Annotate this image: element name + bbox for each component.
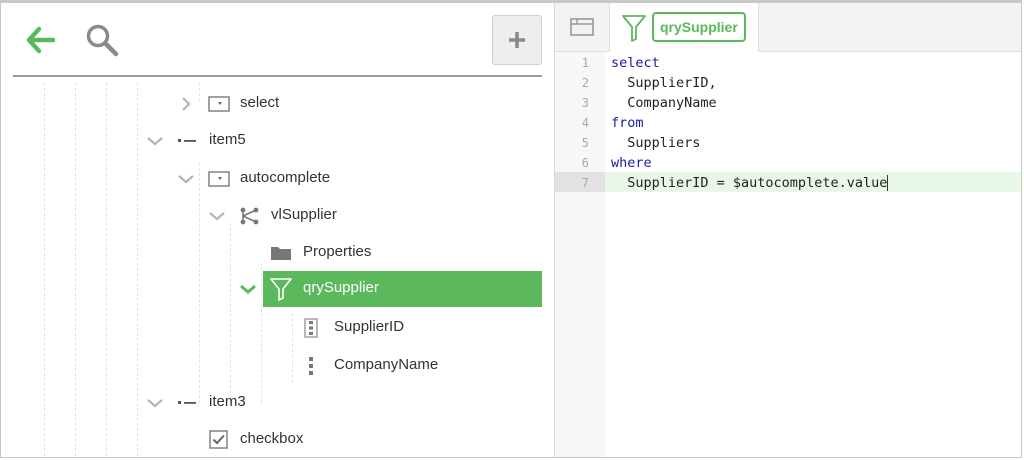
checkbox-icon <box>209 430 228 449</box>
tree-node-vlsupplier[interactable]: vlSupplier <box>1 198 554 234</box>
tree-node-label: autocomplete <box>240 169 331 186</box>
folder-icon <box>271 247 291 260</box>
tree-node-label: select <box>240 94 280 111</box>
tree-node-select[interactable]: select <box>1 86 554 122</box>
item-dash-icon <box>178 401 196 404</box>
code-line: Suppliers <box>611 135 701 151</box>
tree-node-checkbox[interactable]: checkbox <box>1 422 554 457</box>
tree-node-label: vlSupplier <box>271 206 337 223</box>
sql-editor[interactable]: select SupplierID, CompanyName from Supp… <box>605 52 1021 457</box>
app-window: select item5 autocomplete vlSupplier Pro… <box>0 0 1022 458</box>
column-icon <box>309 357 313 375</box>
line-number: 4 <box>581 116 589 130</box>
tree-node-label: qrySupplier <box>303 279 379 296</box>
code-line-active: SupplierID = $autocomplete.value <box>611 175 889 191</box>
tree-node-label: Properties <box>303 243 372 260</box>
editor-tabbar: qrySupplier <box>555 3 1021 52</box>
chevron-down-icon[interactable] <box>177 171 195 187</box>
code-line: SupplierID = $autocomplete.value <box>611 175 888 191</box>
line-number: 7 <box>581 176 589 190</box>
funnel-icon <box>270 278 292 301</box>
window-icon <box>570 18 594 36</box>
tree-node-qrysupplier[interactable]: qrySupplier <box>1 271 554 307</box>
code-line: where <box>611 155 652 171</box>
chevron-right-icon[interactable] <box>177 96 195 112</box>
text-cursor <box>887 175 889 191</box>
key-column-icon <box>304 318 318 338</box>
line-number: 3 <box>581 96 589 110</box>
chevron-down-icon[interactable] <box>208 208 226 224</box>
tree-node-item3[interactable]: item3 <box>1 385 554 421</box>
tree-node-label: CompanyName <box>334 356 439 373</box>
tree-node-label: item5 <box>209 131 246 148</box>
code-line: from <box>611 115 644 131</box>
line-number: 6 <box>581 156 589 170</box>
tree-node-label: checkbox <box>240 430 304 447</box>
tree-node-companyname[interactable]: CompanyName <box>1 348 554 384</box>
code-line: CompanyName <box>611 95 717 111</box>
tree-node-item5[interactable]: item5 <box>1 123 554 159</box>
line-number: 2 <box>581 76 589 90</box>
tree-node-label: SupplierID <box>334 318 405 335</box>
tree-node-supplierid[interactable]: SupplierID <box>1 310 554 346</box>
tree-panel: select item5 autocomplete vlSupplier Pro… <box>1 3 555 457</box>
line-number-gutter: 1 2 3 4 5 6 7 <box>555 52 605 457</box>
chevron-down-icon[interactable] <box>146 133 164 149</box>
value-list-graph-icon <box>240 207 259 225</box>
tab-window[interactable] <box>569 15 595 39</box>
editor-panel: qrySupplier 1 2 3 4 5 6 7 select Supplie… <box>555 3 1021 457</box>
tab-label: qrySupplier <box>652 12 746 42</box>
tree-node-properties[interactable]: Properties <box>1 235 554 271</box>
dropdown-box-icon <box>208 96 230 112</box>
tab-qrysupplier[interactable]: qrySupplier <box>609 3 759 52</box>
line-number: 1 <box>581 56 589 70</box>
line-number: 5 <box>581 136 589 150</box>
tree-node-autocomplete[interactable]: autocomplete <box>1 161 554 197</box>
chevron-down-icon[interactable] <box>239 281 257 297</box>
tree-node-label: item3 <box>209 393 246 410</box>
code-line: SupplierID, <box>611 75 717 91</box>
funnel-icon <box>622 15 646 42</box>
chevron-down-icon[interactable] <box>146 395 164 411</box>
dropdown-box-icon <box>208 171 230 187</box>
tree: select item5 autocomplete vlSupplier Pro… <box>1 3 554 457</box>
item-dash-icon <box>178 139 196 142</box>
code-line: select <box>611 55 660 71</box>
